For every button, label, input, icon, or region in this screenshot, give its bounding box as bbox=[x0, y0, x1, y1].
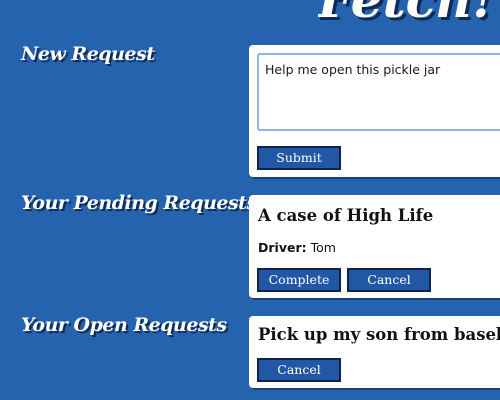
new-request-heading: New Request bbox=[21, 43, 155, 65]
pending-request-card: A case of High Life Driver: Tom Complete… bbox=[249, 195, 500, 298]
request-textarea[interactable]: Help me open this pickle jar bbox=[257, 53, 500, 131]
driver-name: Tom bbox=[310, 240, 336, 255]
pending-request-title: A case of High Life bbox=[258, 206, 434, 225]
submit-button[interactable]: Submit bbox=[257, 146, 341, 170]
pending-requests-heading: Your Pending Requests bbox=[21, 192, 257, 214]
driver-label: Driver: bbox=[258, 240, 307, 255]
complete-button[interactable]: Complete bbox=[257, 268, 341, 292]
open-request-title: Pick up my son from baseball practice bbox=[258, 325, 500, 344]
open-requests-heading: Your Open Requests bbox=[21, 314, 227, 336]
driver-info: Driver: Tom bbox=[258, 240, 336, 255]
cancel-open-button[interactable]: Cancel bbox=[257, 358, 341, 382]
app-logo: Fetch! bbox=[318, 0, 494, 30]
open-request-card: Pick up my son from baseball practice Ca… bbox=[249, 316, 500, 388]
cancel-pending-button[interactable]: Cancel bbox=[347, 268, 431, 292]
new-request-card: Help me open this pickle jar Submit bbox=[249, 45, 500, 177]
